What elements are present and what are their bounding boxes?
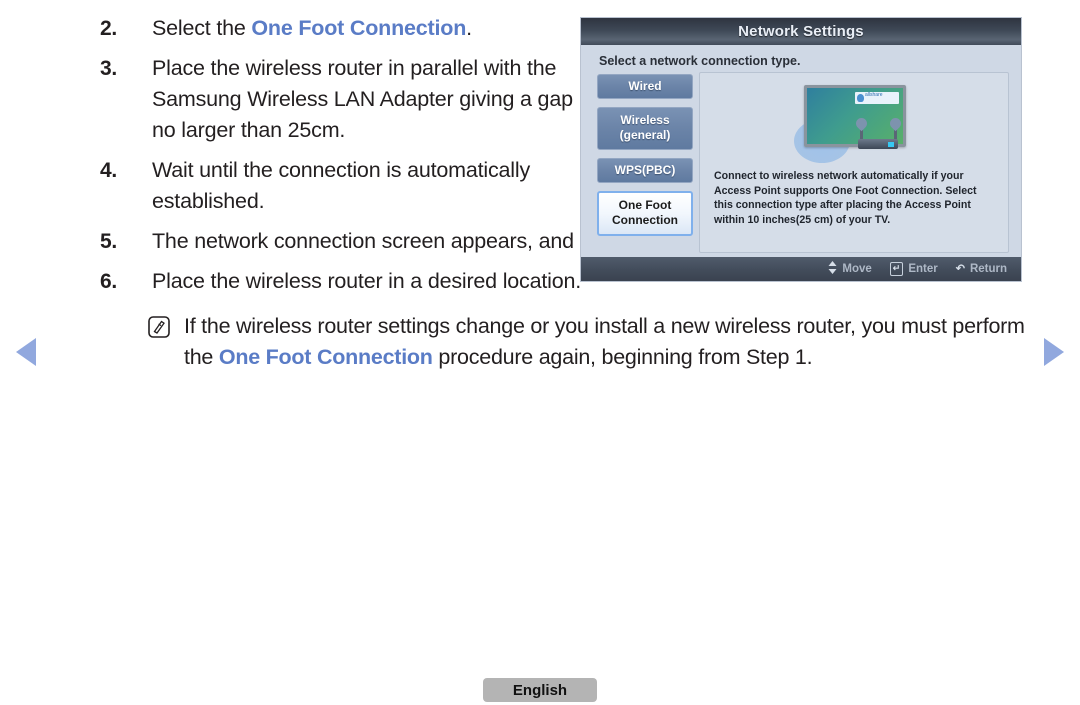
step-text: Place the wireless router in parallel wi… (152, 56, 573, 142)
help-return[interactable]: ↶ Return (956, 263, 1007, 275)
menu-item-label-line1: One Foot (618, 198, 672, 212)
step-text: Wait until the connection is automatical… (152, 158, 530, 213)
tv-body: Wired Wireless (general) WPS(PBC) One Fo… (581, 70, 1021, 257)
router-antenna-right-icon (894, 124, 897, 140)
step-number: 2. (100, 17, 117, 40)
enter-key-icon: ↵ (889, 262, 904, 276)
note-text: If the wireless router settings change o… (184, 311, 1029, 373)
note-pencil-icon (148, 311, 184, 343)
tv-title-bar: Network Settings (581, 18, 1021, 45)
connection-description: Connect to wireless network automaticall… (714, 170, 977, 226)
step-number: 6. (100, 270, 117, 293)
tv-bottom-help-bar: Move ↵ Enter ↶ Return (581, 257, 1021, 281)
tv-screenshot-panel: Network Settings Select a network connec… (580, 17, 1022, 282)
help-move[interactable]: Move (828, 261, 872, 277)
connection-detail-pane: allshare Connect to wireless network aut… (699, 72, 1009, 253)
updown-arrow-icon (828, 261, 837, 277)
highlighted-term: One Foot Connection (218, 345, 433, 369)
help-return-label: Return (969, 263, 1007, 275)
router-antenna-left-icon (860, 124, 863, 140)
note-text-suffix: procedure again, beginning from Step 1. (432, 345, 813, 369)
language-button[interactable]: English (483, 678, 597, 702)
menu-item-wps-pbc[interactable]: WPS(PBC) (597, 158, 693, 183)
menu-item-label-line1: Wireless (620, 113, 670, 127)
menu-item-wired[interactable]: Wired (597, 74, 693, 99)
page-title: Network Settings (738, 23, 864, 40)
help-enter[interactable]: ↵ Enter (889, 262, 938, 276)
help-move-label: Move (842, 263, 872, 275)
menu-item-label-line2: (general) (619, 128, 671, 142)
tv-subtitle: Select a network connection type. (599, 54, 801, 68)
connection-illustration: allshare (700, 77, 1008, 169)
next-page-arrow-icon[interactable] (1044, 338, 1064, 366)
connection-type-menu: Wired Wireless (general) WPS(PBC) One Fo… (581, 70, 695, 257)
highlighted-term: One Foot Connection (251, 16, 467, 40)
note-block: If the wireless router settings change o… (148, 311, 1040, 373)
step-text: Place the wireless router in a desired l… (152, 269, 581, 293)
menu-item-wireless-general[interactable]: Wireless (general) (597, 107, 693, 150)
step-number: 4. (100, 159, 117, 182)
allshare-logo: allshare (855, 92, 899, 104)
step-text: Select the One Foot Connection. (152, 13, 472, 44)
menu-item-label-line2: Connection (612, 213, 678, 227)
menu-item-one-foot-connection[interactable]: One Foot Connection (597, 191, 693, 236)
prev-page-arrow-icon[interactable] (16, 338, 36, 366)
tv-icon: allshare (804, 85, 906, 147)
help-enter-label: Enter (908, 263, 938, 275)
step-text-prefix: Select the (152, 16, 252, 40)
wireless-router-icon (858, 139, 898, 149)
step-number: 3. (100, 57, 117, 80)
return-arrow-icon: ↶ (955, 262, 965, 275)
step-number: 5. (100, 230, 117, 253)
step-text-suffix: . (466, 16, 472, 40)
